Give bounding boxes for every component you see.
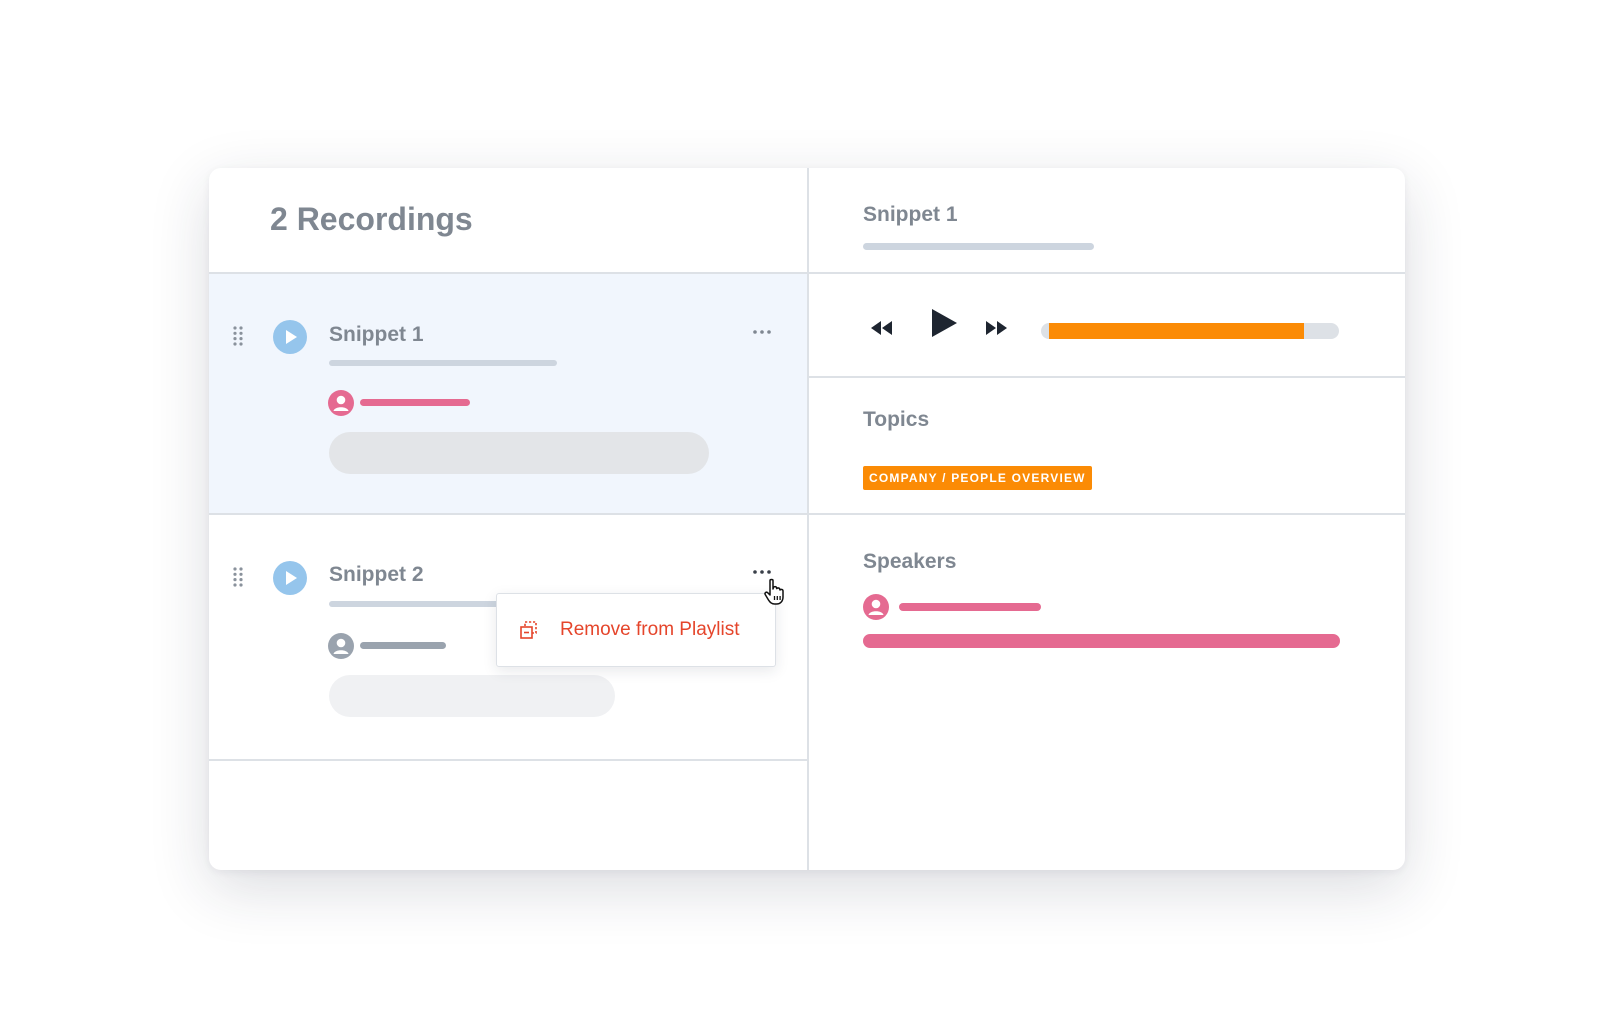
snippet-title: Snippet 1 (329, 323, 424, 346)
speaker-avatar (328, 633, 354, 659)
topics-label: Topics (863, 408, 930, 431)
more-options-icon (753, 330, 771, 334)
recordings-count-title: 2 Recordings (270, 201, 473, 237)
play-icon (286, 571, 297, 585)
speaker-talk-time-bar (863, 634, 1340, 648)
subtitle-placeholder (329, 360, 557, 366)
detail-subtitle-placeholder (863, 243, 1094, 250)
snippet-title: Snippet 2 (329, 563, 424, 586)
remove-from-playlist-menu-item[interactable]: Remove from Playlist (497, 594, 775, 666)
speaker-avatar (863, 594, 889, 620)
detail-title: Snippet 1 (863, 203, 958, 226)
drag-handle-icon[interactable] (231, 567, 245, 587)
play-button[interactable] (273, 561, 307, 595)
speakers-label: Speakers (863, 550, 957, 573)
user-icon (333, 395, 349, 411)
playback-progress-bar[interactable] (1041, 323, 1339, 339)
drag-handle-icon[interactable] (231, 326, 245, 346)
play-button[interactable] (273, 320, 307, 354)
playlist-panel: 2 Recordings Snippet 1 Snippet 2 Remove … (209, 168, 1405, 870)
divider (209, 759, 807, 761)
transcript-placeholder (329, 432, 709, 474)
list-item[interactable]: Snippet 1 (209, 274, 807, 513)
rewind-icon[interactable] (870, 320, 894, 336)
speaker-name-placeholder (360, 399, 470, 406)
user-icon (333, 638, 349, 654)
hand-cursor-icon (764, 578, 784, 605)
remove-from-playlist-icon (520, 621, 537, 639)
play-icon[interactable] (930, 308, 958, 338)
topic-tag[interactable]: COMPANY / PEOPLE OVERVIEW (863, 466, 1092, 490)
more-options-icon (753, 570, 771, 574)
fast-forward-icon[interactable] (984, 320, 1008, 336)
speaker-name-placeholder (899, 603, 1041, 611)
more-options-button[interactable] (752, 325, 772, 337)
speaker-avatar (328, 390, 354, 416)
transcript-placeholder (329, 675, 615, 717)
play-icon (286, 330, 297, 344)
playback-progress-fill (1049, 323, 1304, 339)
menu-item-label: Remove from Playlist (560, 619, 740, 640)
speaker-name-placeholder (360, 642, 446, 649)
user-icon (868, 599, 884, 615)
context-menu: Remove from Playlist (496, 593, 776, 667)
subtitle-placeholder (329, 601, 499, 607)
divider (809, 376, 1405, 378)
more-options-button[interactable] (752, 565, 772, 577)
